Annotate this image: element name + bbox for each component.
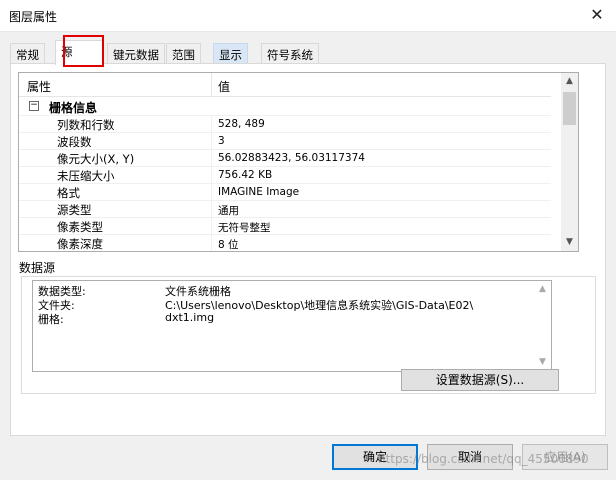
close-icon[interactable]: ✕ bbox=[584, 3, 610, 27]
column-divider[interactable] bbox=[211, 73, 212, 97]
property-row[interactable]: 像元大小(X, Y) 56.02883423, 56.03117374 bbox=[19, 149, 551, 167]
data-source-scrollbar[interactable]: ▲ ▼ bbox=[534, 281, 551, 371]
scroll-down-arrow-icon[interactable]: ▼ bbox=[561, 234, 578, 251]
ok-button[interactable]: 确定 bbox=[332, 444, 418, 470]
data-source-value: dxt1.img bbox=[165, 311, 215, 324]
scroll-up-arrow-icon[interactable]: ▲ bbox=[561, 73, 578, 90]
property-value: 无符号整型 bbox=[218, 222, 271, 234]
property-value: 3 bbox=[218, 135, 225, 147]
property-name: 格式 bbox=[57, 186, 80, 200]
row-divider bbox=[211, 133, 212, 150]
property-grid-scrollbar[interactable]: ▲ ▼ bbox=[561, 73, 578, 251]
property-row[interactable]: 格式 IMAGINE Image bbox=[19, 183, 551, 201]
property-row[interactable]: 源类型 通用 bbox=[19, 200, 551, 218]
property-name: 列数和行数 bbox=[57, 118, 115, 132]
property-row[interactable]: 列数和行数 528, 489 bbox=[19, 115, 551, 133]
tab-general[interactable]: 常规 bbox=[10, 43, 45, 64]
property-grid: 属性 值 − 栅格信息 列数和行数 528, 489 波段数 3 像元大小(X,… bbox=[18, 72, 579, 252]
property-row[interactable]: 像素深度 8 位 bbox=[19, 234, 551, 251]
data-source-key: 栅格: bbox=[38, 313, 64, 326]
row-divider bbox=[211, 201, 212, 218]
apply-button[interactable]: 应用(A) bbox=[522, 444, 608, 470]
row-divider bbox=[211, 150, 212, 167]
tab-display[interactable]: 显示 bbox=[213, 43, 248, 64]
property-value: IMAGINE Image bbox=[218, 186, 300, 198]
tab-source[interactable]: 源 bbox=[55, 40, 104, 65]
property-row[interactable]: 像素类型 无符号整型 bbox=[19, 217, 551, 235]
property-row[interactable]: 未压缩大小 756.42 KB bbox=[19, 166, 551, 184]
property-value: 756.42 KB bbox=[218, 169, 273, 181]
window-title: 图层属性 bbox=[9, 10, 58, 24]
column-header-value[interactable]: 值 bbox=[218, 78, 230, 95]
scroll-up-arrow-icon[interactable]: ▲ bbox=[534, 281, 551, 298]
property-name: 像素深度 bbox=[57, 237, 103, 251]
tab-extent[interactable]: 范围 bbox=[166, 43, 201, 64]
set-data-source-button[interactable]: 设置数据源(S)... bbox=[401, 369, 559, 391]
row-divider bbox=[211, 116, 212, 133]
cancel-button[interactable]: 取消 bbox=[427, 444, 513, 470]
tab-strip: 常规 源 键元数据 范围 显示 符号系统 bbox=[10, 40, 606, 65]
row-divider bbox=[211, 184, 212, 201]
property-value: 8 位 bbox=[218, 239, 239, 251]
row-divider bbox=[211, 218, 212, 235]
row-divider bbox=[211, 235, 212, 251]
column-header-property[interactable]: 属性 bbox=[27, 78, 51, 95]
property-name: 未压缩大小 bbox=[57, 169, 115, 183]
property-value: 528, 489 bbox=[218, 118, 265, 130]
scroll-thumb[interactable] bbox=[563, 92, 576, 125]
source-tab-panel: 属性 值 − 栅格信息 列数和行数 528, 489 波段数 3 像元大小(X,… bbox=[10, 63, 606, 436]
property-row[interactable]: 波段数 3 bbox=[19, 132, 551, 150]
title-bar: 图层属性 ✕ bbox=[0, 0, 616, 32]
collapse-toggle-icon[interactable]: − bbox=[29, 101, 39, 111]
property-value: 通用 bbox=[218, 205, 239, 217]
property-name: 波段数 bbox=[57, 135, 92, 149]
category-label: 栅格信息 bbox=[49, 101, 98, 115]
tab-key-metadata[interactable]: 键元数据 bbox=[107, 43, 165, 64]
property-name: 像元大小(X, Y) bbox=[57, 152, 135, 166]
property-name: 像素类型 bbox=[57, 220, 103, 234]
row-divider bbox=[211, 167, 212, 184]
data-source-group: 数据类型: 文件系统栅格 文件夹: C:\Users\lenovo\Deskto… bbox=[21, 276, 596, 394]
property-grid-header: 属性 值 bbox=[19, 73, 551, 97]
category-raster-info[interactable]: − 栅格信息 bbox=[19, 97, 551, 115]
data-source-label: 数据源 bbox=[19, 261, 56, 275]
property-name: 源类型 bbox=[57, 203, 92, 217]
tab-symbology[interactable]: 符号系统 bbox=[261, 43, 319, 64]
data-source-textbox[interactable]: 数据类型: 文件系统栅格 文件夹: C:\Users\lenovo\Deskto… bbox=[32, 280, 552, 372]
property-value: 56.02883423, 56.03117374 bbox=[218, 152, 365, 164]
